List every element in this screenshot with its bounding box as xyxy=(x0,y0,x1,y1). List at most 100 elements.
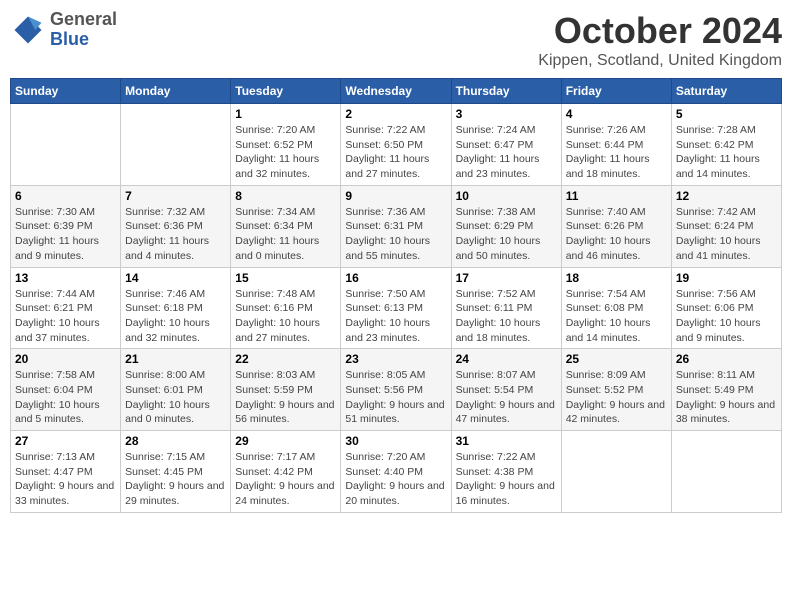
day-info: Sunrise: 7:54 AMSunset: 6:08 PMDaylight:… xyxy=(566,287,667,346)
calendar-week-row: 20 Sunrise: 7:58 AMSunset: 6:04 PMDayligh… xyxy=(11,349,782,431)
day-number: 20 xyxy=(15,352,116,366)
calendar-cell xyxy=(11,104,121,186)
day-info: Sunrise: 7:56 AMSunset: 6:06 PMDaylight:… xyxy=(676,287,777,346)
day-info: Sunrise: 7:42 AMSunset: 6:24 PMDaylight:… xyxy=(676,205,777,264)
day-number: 28 xyxy=(125,434,226,448)
logo-text: General Blue xyxy=(50,10,117,50)
day-info: Sunrise: 7:20 AMSunset: 6:52 PMDaylight:… xyxy=(235,123,336,182)
day-number: 5 xyxy=(676,107,777,121)
day-info: Sunrise: 7:30 AMSunset: 6:39 PMDaylight:… xyxy=(15,205,116,264)
logo-icon xyxy=(10,12,46,48)
day-number: 2 xyxy=(345,107,446,121)
logo-general: General xyxy=(50,10,117,30)
day-number: 10 xyxy=(456,189,557,203)
calendar-cell: 1 Sunrise: 7:20 AMSunset: 6:52 PMDaylight… xyxy=(231,104,341,186)
calendar-cell: 5Sunrise: 7:28 AMSunset: 6:42 PMDaylight… xyxy=(671,104,781,186)
calendar-cell: 20 Sunrise: 7:58 AMSunset: 6:04 PMDayligh… xyxy=(11,349,121,431)
day-number: 25 xyxy=(566,352,667,366)
day-number: 13 xyxy=(15,271,116,285)
day-header: Saturday xyxy=(671,79,781,104)
day-number: 1 xyxy=(235,107,336,121)
day-info: Sunrise: 8:00 AMSunset: 6:01 PMDaylight:… xyxy=(125,368,226,427)
day-number: 26 xyxy=(676,352,777,366)
location: Kippen, Scotland, United Kingdom xyxy=(538,52,782,70)
day-info: Sunrise: 8:05 AMSunset: 5:56 PMDaylight:… xyxy=(345,368,446,427)
day-number: 4 xyxy=(566,107,667,121)
day-info: Sunrise: 7:15 AMSunset: 4:45 PMDaylight:… xyxy=(125,450,226,509)
day-header: Thursday xyxy=(451,79,561,104)
calendar-cell: 3 Sunrise: 7:24 AMSunset: 6:47 PMDaylight… xyxy=(451,104,561,186)
calendar-cell xyxy=(671,431,781,513)
calendar-cell: 23Sunrise: 8:05 AMSunset: 5:56 PMDayligh… xyxy=(341,349,451,431)
day-info: Sunrise: 7:46 AMSunset: 6:18 PMDaylight:… xyxy=(125,287,226,346)
day-info: Sunrise: 7:17 AMSunset: 4:42 PMDaylight:… xyxy=(235,450,336,509)
day-info: Sunrise: 8:07 AMSunset: 5:54 PMDaylight:… xyxy=(456,368,557,427)
day-number: 9 xyxy=(345,189,446,203)
calendar-cell xyxy=(561,431,671,513)
day-info: Sunrise: 7:44 AMSunset: 6:21 PMDaylight:… xyxy=(15,287,116,346)
day-info: Sunrise: 7:40 AMSunset: 6:26 PMDaylight:… xyxy=(566,205,667,264)
calendar-cell: 27Sunrise: 7:13 AMSunset: 4:47 PMDayligh… xyxy=(11,431,121,513)
day-number: 3 xyxy=(456,107,557,121)
calendar-cell: 30Sunrise: 7:20 AMSunset: 4:40 PMDayligh… xyxy=(341,431,451,513)
calendar-cell: 13 Sunrise: 7:44 AMSunset: 6:21 PMDayligh… xyxy=(11,267,121,349)
calendar-cell: 15 Sunrise: 7:48 AMSunset: 6:16 PMDayligh… xyxy=(231,267,341,349)
calendar-cell xyxy=(121,104,231,186)
day-number: 19 xyxy=(676,271,777,285)
day-number: 29 xyxy=(235,434,336,448)
day-info: Sunrise: 8:03 AMSunset: 5:59 PMDaylight:… xyxy=(235,368,336,427)
day-info: Sunrise: 7:22 AMSunset: 4:38 PMDaylight:… xyxy=(456,450,557,509)
day-info: Sunrise: 7:58 AMSunset: 6:04 PMDaylight:… xyxy=(15,368,116,427)
day-number: 18 xyxy=(566,271,667,285)
calendar-cell: 8 Sunrise: 7:34 AMSunset: 6:34 PMDaylight… xyxy=(231,185,341,267)
calendar-cell: 9 Sunrise: 7:36 AMSunset: 6:31 PMDaylight… xyxy=(341,185,451,267)
calendar-week-row: 13 Sunrise: 7:44 AMSunset: 6:21 PMDayligh… xyxy=(11,267,782,349)
day-info: Sunrise: 7:34 AMSunset: 6:34 PMDaylight:… xyxy=(235,205,336,264)
calendar-cell: 18 Sunrise: 7:54 AMSunset: 6:08 PMDayligh… xyxy=(561,267,671,349)
logo: General Blue xyxy=(10,10,117,50)
day-info: Sunrise: 7:24 AMSunset: 6:47 PMDaylight:… xyxy=(456,123,557,182)
calendar-cell: 22 Sunrise: 8:03 AMSunset: 5:59 PMDayligh… xyxy=(231,349,341,431)
calendar-week-row: 1 Sunrise: 7:20 AMSunset: 6:52 PMDaylight… xyxy=(11,104,782,186)
calendar-cell: 4 Sunrise: 7:26 AMSunset: 6:44 PMDaylight… xyxy=(561,104,671,186)
day-number: 14 xyxy=(125,271,226,285)
day-header: Wednesday xyxy=(341,79,451,104)
day-number: 22 xyxy=(235,352,336,366)
day-header: Friday xyxy=(561,79,671,104)
title-block: October 2024 Kippen, Scotland, United Ki… xyxy=(538,10,782,70)
calendar-cell: 25 Sunrise: 8:09 AMSunset: 5:52 PMDayligh… xyxy=(561,349,671,431)
calendar-cell: 24 Sunrise: 8:07 AMSunset: 5:54 PMDayligh… xyxy=(451,349,561,431)
calendar-cell: 31 Sunrise: 7:22 AMSunset: 4:38 PMDayligh… xyxy=(451,431,561,513)
calendar-cell: 11 Sunrise: 7:40 AMSunset: 6:26 PMDayligh… xyxy=(561,185,671,267)
day-info: Sunrise: 7:36 AMSunset: 6:31 PMDaylight:… xyxy=(345,205,446,264)
day-number: 11 xyxy=(566,189,667,203)
logo-blue: Blue xyxy=(50,30,117,50)
calendar-cell: 29 Sunrise: 7:17 AMSunset: 4:42 PMDayligh… xyxy=(231,431,341,513)
day-header: Monday xyxy=(121,79,231,104)
day-info: Sunrise: 7:13 AMSunset: 4:47 PMDaylight:… xyxy=(15,450,116,509)
calendar-cell: 17Sunrise: 7:52 AMSunset: 6:11 PMDayligh… xyxy=(451,267,561,349)
day-number: 30 xyxy=(345,434,446,448)
calendar-cell: 21 Sunrise: 8:00 AMSunset: 6:01 PMDayligh… xyxy=(121,349,231,431)
day-info: Sunrise: 7:48 AMSunset: 6:16 PMDaylight:… xyxy=(235,287,336,346)
calendar-cell: 16 Sunrise: 7:50 AMSunset: 6:13 PMDayligh… xyxy=(341,267,451,349)
day-header: Sunday xyxy=(11,79,121,104)
day-number: 8 xyxy=(235,189,336,203)
calendar-cell: 19 Sunrise: 7:56 AMSunset: 6:06 PMDayligh… xyxy=(671,267,781,349)
day-info: Sunrise: 7:26 AMSunset: 6:44 PMDaylight:… xyxy=(566,123,667,182)
day-number: 16 xyxy=(345,271,446,285)
calendar-cell: 28 Sunrise: 7:15 AMSunset: 4:45 PMDayligh… xyxy=(121,431,231,513)
calendar-cell: 12Sunrise: 7:42 AMSunset: 6:24 PMDayligh… xyxy=(671,185,781,267)
day-number: 7 xyxy=(125,189,226,203)
day-info: Sunrise: 8:11 AMSunset: 5:49 PMDaylight:… xyxy=(676,368,777,427)
calendar-cell: 7Sunrise: 7:32 AMSunset: 6:36 PMDaylight… xyxy=(121,185,231,267)
day-number: 24 xyxy=(456,352,557,366)
day-header: Tuesday xyxy=(231,79,341,104)
day-info: Sunrise: 8:09 AMSunset: 5:52 PMDaylight:… xyxy=(566,368,667,427)
calendar-cell: 10Sunrise: 7:38 AMSunset: 6:29 PMDayligh… xyxy=(451,185,561,267)
day-number: 21 xyxy=(125,352,226,366)
calendar-cell: 6Sunrise: 7:30 AMSunset: 6:39 PMDaylight… xyxy=(11,185,121,267)
day-number: 31 xyxy=(456,434,557,448)
day-number: 15 xyxy=(235,271,336,285)
day-info: Sunrise: 7:50 AMSunset: 6:13 PMDaylight:… xyxy=(345,287,446,346)
